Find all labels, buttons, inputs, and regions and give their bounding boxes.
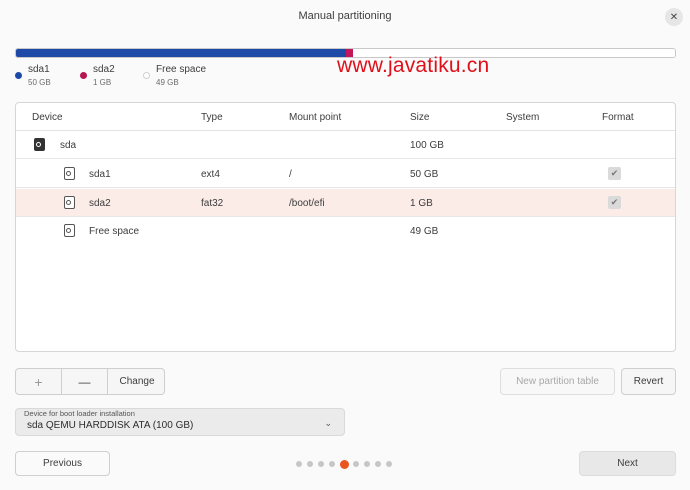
next-label: Next bbox=[617, 458, 638, 469]
remove-partition-button[interactable]: — bbox=[61, 369, 107, 394]
column-header-system[interactable]: System bbox=[506, 112, 539, 123]
device-name: sda bbox=[60, 140, 77, 151]
legend-dot-icon bbox=[15, 72, 22, 79]
device-name: sda1 bbox=[89, 169, 111, 180]
page-dot bbox=[375, 461, 381, 467]
legend-name: sda1 bbox=[28, 64, 50, 75]
previous-label: Previous bbox=[43, 458, 82, 469]
column-header-type[interactable]: Type bbox=[201, 112, 223, 123]
partition-size: 100 GB bbox=[410, 140, 444, 151]
page-dot bbox=[318, 461, 324, 467]
device-name: sda2 bbox=[89, 198, 111, 209]
checkmark-icon: ✔ bbox=[610, 168, 619, 178]
column-header-mount-point[interactable]: Mount point bbox=[289, 112, 341, 123]
format-checkbox[interactable]: ✔ bbox=[608, 167, 621, 180]
disk-icon bbox=[34, 138, 45, 151]
device-name: Free space bbox=[89, 226, 140, 237]
usage-segment-sda1 bbox=[16, 49, 346, 57]
partition-icon bbox=[64, 167, 75, 180]
partition-table: Device Type Mount point Size System Form… bbox=[15, 102, 676, 352]
partition-icon bbox=[64, 224, 75, 237]
legend-name: sda2 bbox=[93, 64, 115, 75]
close-button[interactable]: ✕ bbox=[665, 8, 683, 26]
page-dot bbox=[353, 461, 359, 467]
page-dot bbox=[364, 461, 370, 467]
partition-edit-toolbar: + — Change bbox=[15, 368, 165, 395]
page-indicator bbox=[296, 460, 396, 469]
format-checkbox[interactable]: ✔ bbox=[608, 196, 621, 209]
legend-dot-icon bbox=[80, 72, 87, 79]
title-bar: Manual partitioning ✕ bbox=[0, 0, 690, 34]
column-header-format[interactable]: Format bbox=[602, 112, 634, 123]
revert-button[interactable]: Revert bbox=[621, 368, 676, 395]
bootloader-device-label: Device for boot loader installation bbox=[24, 409, 135, 418]
legend-name: Free space bbox=[156, 64, 207, 75]
close-icon: ✕ bbox=[669, 11, 679, 23]
minus-icon: — bbox=[78, 374, 91, 389]
change-label: Change bbox=[119, 376, 155, 387]
new-partition-table-button[interactable]: New partition table bbox=[500, 368, 615, 395]
mount-point: /boot/efi bbox=[289, 198, 325, 209]
partition-type: ext4 bbox=[201, 169, 220, 180]
page-dot bbox=[296, 461, 302, 467]
new-partition-table-label: New partition table bbox=[516, 376, 599, 387]
legend-dot-icon bbox=[143, 72, 150, 79]
revert-label: Revert bbox=[633, 376, 664, 387]
partition-size: 1 GB bbox=[410, 198, 433, 209]
legend-size: 1 GB bbox=[93, 78, 112, 87]
plus-icon: + bbox=[34, 373, 43, 390]
installer-window: Manual partitioning ✕ sda1 50 GB sda2 1 … bbox=[0, 0, 690, 490]
bootloader-device-value: sda QEMU HARDDISK ATA (100 GB) bbox=[27, 420, 194, 431]
table-header: Device Type Mount point Size System Form… bbox=[16, 103, 675, 131]
add-partition-button[interactable]: + bbox=[16, 369, 61, 394]
table-row[interactable]: Free space 49 GB bbox=[16, 217, 675, 245]
table-row[interactable]: sda1 ext4 / 50 GB ✔ bbox=[16, 160, 675, 188]
table-row[interactable]: sda 100 GB bbox=[16, 131, 675, 159]
legend-size: 50 GB bbox=[28, 78, 51, 87]
bootloader-device-select[interactable]: Device for boot loader installation sda … bbox=[15, 408, 345, 436]
page-dot bbox=[329, 461, 335, 467]
legend-size: 49 GB bbox=[156, 78, 179, 87]
table-row[interactable]: sda2 fat32 /boot/efi 1 GB ✔ bbox=[16, 189, 675, 217]
next-button[interactable]: Next bbox=[579, 451, 676, 476]
partition-type: fat32 bbox=[201, 198, 224, 209]
watermark: www.javatiku.cn bbox=[337, 54, 490, 77]
column-header-size[interactable]: Size bbox=[410, 112, 429, 123]
window-title: Manual partitioning bbox=[298, 10, 392, 22]
partition-size: 49 GB bbox=[410, 226, 439, 237]
previous-button[interactable]: Previous bbox=[15, 451, 110, 476]
column-header-device[interactable]: Device bbox=[32, 112, 63, 123]
page-dot bbox=[386, 461, 392, 467]
partition-size: 50 GB bbox=[410, 169, 439, 180]
checkmark-icon: ✔ bbox=[610, 197, 619, 207]
mount-point: / bbox=[289, 169, 292, 180]
partition-icon bbox=[64, 196, 75, 209]
chevron-down-icon: ⌄ bbox=[324, 418, 332, 428]
page-dot bbox=[307, 461, 313, 467]
page-dot-active bbox=[340, 460, 349, 469]
change-partition-button[interactable]: Change bbox=[107, 369, 164, 394]
